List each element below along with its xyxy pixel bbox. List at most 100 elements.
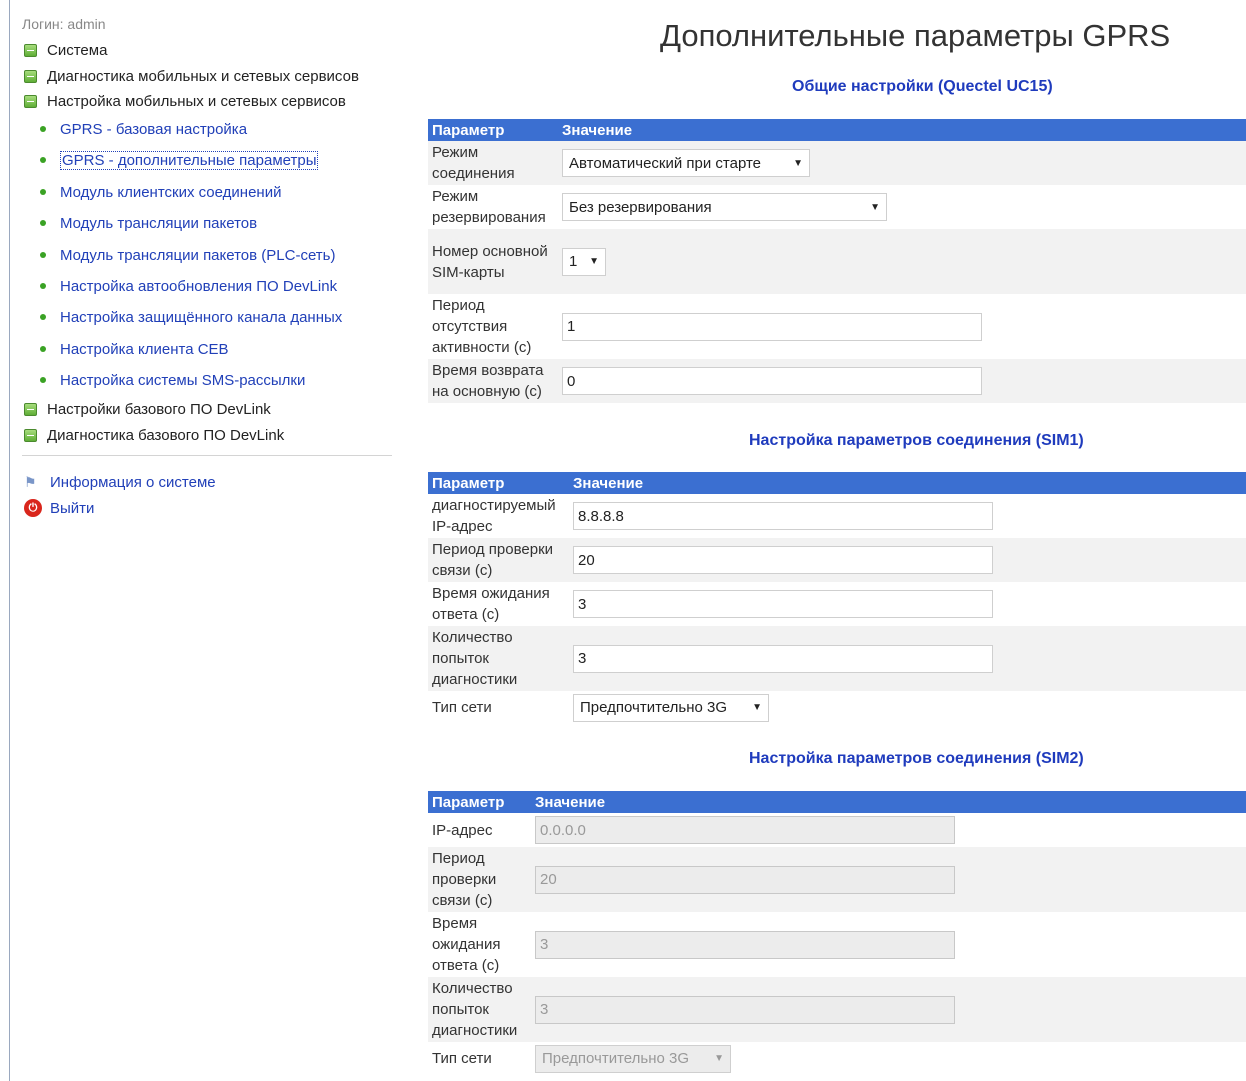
param-label: Период отсутствия активности (с) [428,294,558,359]
table-row: Время возврата на основную (с) [428,359,1246,403]
expand-toggle-icon[interactable] [24,402,37,416]
param-label: Номер основной SIM-карты [428,229,558,294]
tree-item-devlink-diagnostics[interactable]: Диагностика базового ПО DevLink [24,425,284,445]
nav-packet-translation[interactable]: Модуль трансляции пакетов [40,212,257,234]
nav-gprs-advanced[interactable]: GPRS - дополнительные параметры [40,149,319,171]
table-header-row: Параметр Значение [428,791,1246,813]
system-info-label: Информация о системе [50,473,216,491]
backup-mode-select[interactable]: Без резервирования ▼ [562,193,887,221]
logout-link[interactable]: ⏻ Выйти [24,498,94,518]
table-row: Тип сети Предпочтительно 3G ▼ [428,1042,1246,1075]
param-label: Количество попыток диагностики [428,977,531,1042]
return-time-input[interactable] [562,367,982,395]
select-value: Предпочтительно 3G [580,699,728,716]
tree-item-diagnostics-services[interactable]: Диагностика мобильных и сетевых сервисов [24,66,359,86]
bullet-icon [40,189,46,195]
nav-gprs-basic[interactable]: GPRS - базовая настройка [40,118,247,140]
param-label: IP-адрес [428,813,531,847]
tree-item-label: Система [47,41,108,59]
param-label: Период проверки связи (с) [428,538,569,582]
sim2-ip-input[interactable] [535,816,955,844]
table-row: Режим соединения Автоматический при стар… [428,141,1246,185]
sim1-timeout-input[interactable] [573,590,993,618]
caret-down-icon: ▼ [714,1053,724,1064]
sim1-network-type-select[interactable]: Предпочтительно 3G ▼ [573,693,769,722]
expand-toggle-icon[interactable] [24,428,37,442]
sim1-ip-input[interactable] [573,502,993,530]
select-value: 1 [569,253,578,270]
sim2-timeout-input[interactable] [535,930,955,959]
param-label: Режим резервирования [428,185,558,229]
nav-packet-translation-plc[interactable]: Модуль трансляции пакетов (PLC-сеть) [40,244,335,266]
bullet-icon [40,220,46,226]
table-row: диагностируемый IP-адрес [428,494,1246,538]
param-label: диагностируемый IP-адрес [428,494,569,538]
table-row: Тип сети Предпочтительно 3G ▼ [428,691,1246,724]
table-row: Период отсутствия активности (с) [428,294,1246,359]
left-border-line [9,0,10,1081]
tree-item-label: Диагностика мобильных и сетевых сервисов [47,67,359,85]
nav-secure-channel[interactable]: Настройка защищённого канала данных [40,306,342,328]
sim2-network-type-select[interactable]: Предпочтительно 3G ▼ [535,1044,731,1073]
tree-item-system[interactable]: Система [24,40,107,60]
table-row: Время ожидания ответа (с) [428,912,1246,977]
table-row: Номер основной SIM-карты 1 ▼ [428,229,1246,294]
sim2-check-period-input[interactable] [535,865,955,894]
collapse-toggle-icon[interactable] [24,43,37,57]
table-row: Период проверки связи (с) [428,538,1246,582]
nav-autoupdate[interactable]: Настройка автообновления ПО DevLink [40,275,337,297]
bullet-icon [40,157,46,163]
idle-period-input[interactable] [562,312,982,341]
sim2-attempts-input[interactable] [535,995,955,1024]
param-label: Режим соединения [428,141,558,185]
column-header-value: Значение [531,791,1246,813]
collapse-toggle-icon[interactable] [24,94,37,108]
collapse-toggle-icon[interactable] [24,69,37,83]
connection-mode-select[interactable]: Автоматический при старте ▼ [562,149,810,177]
bullet-icon [40,283,46,289]
table-row: Количество попыток диагностики [428,626,1246,691]
power-icon: ⏻ [24,499,42,517]
page-title: Дополнительные параметры GPRS [660,18,1171,53]
param-label: Количество попыток диагностики [428,626,569,691]
table-row: Количество попыток диагностики [428,977,1246,1042]
column-header-parameter: Параметр [428,472,569,494]
sim2-settings-table: Параметр Значение IP-адрес Период провер… [428,791,1246,1075]
table-header-row: Параметр Значение [428,119,1246,141]
param-label: Период проверки связи (с) [428,847,531,912]
bullet-icon [40,252,46,258]
select-value: Автоматический при старте [569,154,762,172]
nav-client-connections[interactable]: Модуль клиентских соединений [40,181,281,203]
system-info-link[interactable]: ⚑ Информация о системе [24,472,216,492]
column-header-parameter: Параметр [428,791,531,813]
nav-ceb-client[interactable]: Настройка клиента CEB [40,338,229,360]
people-icon: ⚑ [24,474,37,490]
param-label: Время возврата на основную (с) [428,359,558,403]
login-label: Логин: admin [22,16,106,32]
column-header-value: Значение [558,119,1246,141]
logout-label: Выйти [50,499,95,517]
sim1-check-period-input[interactable] [573,546,993,574]
caret-down-icon: ▼ [752,702,762,713]
tree-item-label: Настройка мобильных и сетевых сервисов [47,92,346,110]
select-value: Предпочтительно 3G [542,1050,690,1067]
caret-down-icon: ▼ [870,201,880,213]
caret-down-icon: ▼ [589,256,599,267]
param-label: Время ожидания ответа (с) [428,582,569,626]
column-header-parameter: Параметр [428,119,558,141]
nav-sms[interactable]: Настройка системы SMS-рассылки [40,369,305,391]
sim1-attempts-input[interactable] [573,644,993,673]
sim1-settings-table: Параметр Значение диагностируемый IP-адр… [428,472,1246,724]
section-title-sim2: Настройка параметров соединения (SIM2) [749,750,1084,767]
tree-item-label: Настройки базового ПО DevLink [47,400,271,418]
bullet-icon [40,377,46,383]
primary-sim-select[interactable]: 1 ▼ [562,247,606,276]
caret-down-icon: ▼ [793,157,803,169]
tree-item-settings-services[interactable]: Настройка мобильных и сетевых сервисов [24,91,346,111]
general-settings-table: Параметр Значение Режим соединения Автом… [428,119,1246,403]
bullet-icon [40,126,46,132]
tree-item-devlink-settings[interactable]: Настройки базового ПО DevLink [24,399,271,419]
table-row: Период проверки связи (с) [428,847,1246,912]
param-label: Тип сети [428,1042,531,1075]
sidebar-divider [22,455,392,456]
